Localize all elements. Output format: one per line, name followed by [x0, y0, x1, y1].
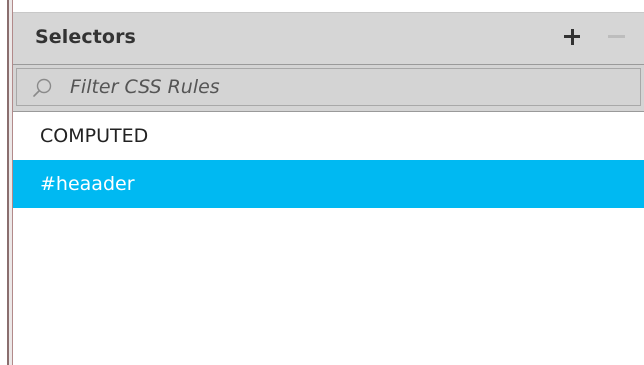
- selector-item-computed[interactable]: COMPUTED: [13, 112, 644, 160]
- css-designer-selectors-panel: Selectors COMPUTED #heaader: [0, 0, 644, 365]
- selectors-title: Selectors: [35, 26, 136, 48]
- selector-list: COMPUTED #heaader: [13, 112, 644, 208]
- add-selector-button[interactable]: [560, 19, 586, 53]
- selector-label: #heaader: [40, 173, 135, 195]
- selector-label: COMPUTED: [40, 125, 149, 147]
- filter-bar: [13, 64, 644, 112]
- selector-item-heaader[interactable]: #heaader: [13, 160, 644, 208]
- remove-selector-button[interactable]: [605, 19, 631, 53]
- selectors-header: Selectors: [13, 12, 644, 64]
- filter-css-rules-input[interactable]: [16, 68, 641, 106]
